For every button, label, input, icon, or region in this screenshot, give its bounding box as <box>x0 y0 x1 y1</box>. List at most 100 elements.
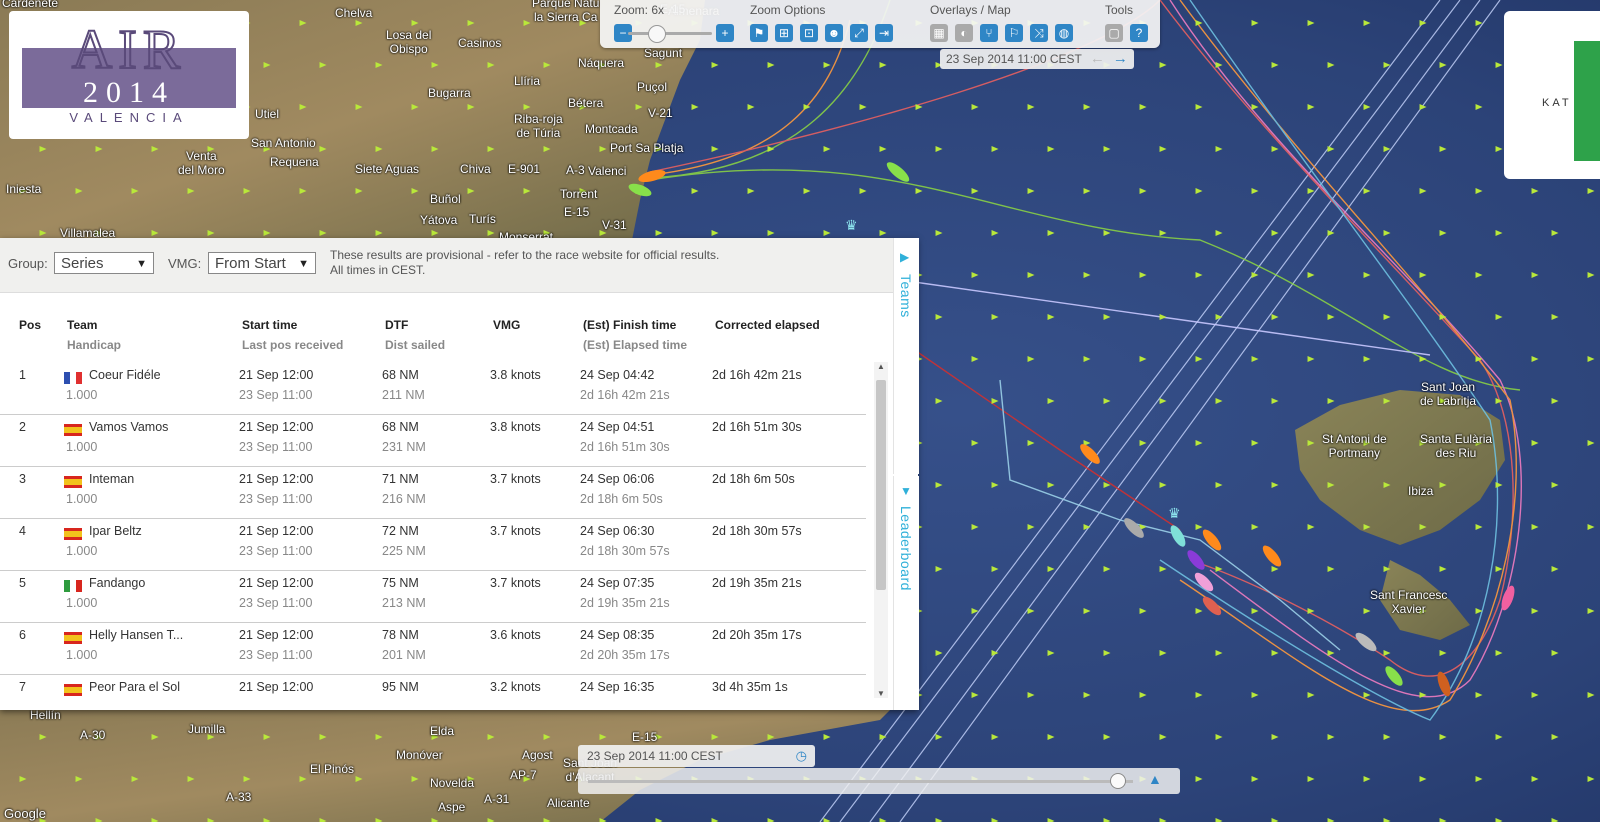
help-icon[interactable]: ? <box>1130 24 1148 42</box>
row-elapsed-time: 2d 19h 35m 21s <box>580 596 670 610</box>
row-dist-sailed: 211 NM <box>382 388 425 402</box>
row-elapsed-time: 2d 20h 35m 17s <box>580 648 670 662</box>
scroll-up-icon[interactable]: ▲ <box>877 362 885 371</box>
zoom-slider-track[interactable] <box>628 32 712 35</box>
group-select[interactable]: Series ▼ <box>54 252 154 274</box>
course-icon[interactable]: ⚐ <box>1005 24 1023 42</box>
group-icon[interactable]: ☻ <box>825 24 843 42</box>
timeline-expand-icon[interactable]: ▲ <box>1148 771 1162 787</box>
row-elapsed-time: 2d 18h 6m 50s <box>580 492 663 506</box>
table-row[interactable]: 6 Helly Hansen T... 1.000 21 Sep 12:00 23 Se… <box>0 622 866 675</box>
sponsor-logo-shape <box>1574 41 1600 161</box>
sponsor-logo: KAT <box>1504 11 1600 179</box>
row-last-pos: 23 Sep 11:00 <box>239 388 313 402</box>
row-dtf: 68 NM <box>382 420 419 434</box>
row-dtf: 72 NM <box>382 524 419 538</box>
timeline-track[interactable] <box>588 780 1133 783</box>
row-team-name: Peor Para el Sol <box>89 680 181 694</box>
timeline-date-text: 23 Sep 2014 11:00 CEST <box>587 749 723 763</box>
row-start-time: 21 Sep 12:00 <box>239 368 314 382</box>
map-place-label: A-31 <box>484 792 510 806</box>
tab-leaderboard[interactable]: ▼ Leaderboard <box>893 476 919 710</box>
map-place-label: Agost <box>522 748 553 762</box>
overlays-map-label: Overlays / Map <box>930 3 1011 17</box>
row-finish-time: 24 Sep 08:35 <box>580 628 655 642</box>
vmg-select[interactable]: From Start ▼ <box>208 252 316 274</box>
map-place-label: San Antonio <box>251 136 316 150</box>
row-handicap: 1.000 <box>66 440 98 454</box>
map-place-label: Venta del Moro <box>178 149 225 177</box>
row-pos: 4 <box>19 524 26 538</box>
follow-icon[interactable]: ⇥ <box>875 24 893 42</box>
scroll-thumb[interactable] <box>876 380 886 590</box>
row-team-name: Inteman <box>89 472 135 486</box>
row-vmg: 3.8 knots <box>490 368 541 382</box>
map-place-label: Llíria <box>514 74 541 88</box>
table-row[interactable]: 3 Inteman 1.000 21 Sep 12:00 23 Sep 11:00 71 … <box>0 466 866 519</box>
table-row[interactable]: 2 Vamos Vamos 1.000 21 Sep 12:00 23 Sep 11:0… <box>0 414 866 467</box>
next-arrow-icon[interactable]: → <box>1113 49 1128 69</box>
globe-icon[interactable]: ◍ <box>1055 24 1073 42</box>
row-corrected-elapsed: 2d 16h 42m 21s <box>712 368 802 382</box>
row-pos: 7 <box>19 680 26 694</box>
clock-icon[interactable]: ◷ <box>796 745 807 767</box>
shuffle-icon[interactable]: ⤨ <box>1030 24 1048 42</box>
row-dtf: 68 NM <box>382 368 419 382</box>
map-place-label: Yátova <box>420 213 458 227</box>
row-corrected-elapsed: 2d 20h 35m 17s <box>712 628 802 642</box>
map-place-label: Valenci <box>588 164 627 178</box>
table-row[interactable]: 1 Coeur Fidéle 1.000 21 Sep 12:00 23 Sep 11:… <box>0 362 866 415</box>
table-row[interactable]: 5 Fandango 1.000 21 Sep 12:00 23 Sep 11:00 75… <box>0 570 866 623</box>
provisional-notice: These results are provisional - refer to… <box>330 248 770 278</box>
row-elapsed-time: 2d 16h 51m 30s <box>580 440 670 454</box>
timeline-handle[interactable] <box>1109 773 1126 789</box>
leaderboard-scrollbar[interactable]: ▲ ▼ <box>874 362 888 698</box>
map-place-label: Torrent <box>560 187 598 201</box>
map-place-label: Monóver <box>396 748 443 762</box>
map-place-label: A-33 <box>226 790 252 804</box>
country-flag-icon <box>64 528 82 540</box>
scroll-down-icon[interactable]: ▼ <box>877 689 885 698</box>
timeline-slider[interactable]: ▲ <box>578 768 1180 794</box>
leaderboard-rows: 1 Coeur Fidéle 1.000 21 Sep 12:00 23 Sep 11:… <box>0 362 870 702</box>
grid-icon[interactable]: ▦ <box>930 24 948 42</box>
row-corrected-elapsed: 2d 16h 51m 30s <box>712 420 802 434</box>
zoom-slider-handle[interactable] <box>648 25 666 43</box>
tab-teams-arrow-icon: ▶ <box>900 250 910 264</box>
crown-icon: ♛ <box>845 218 858 234</box>
zoom-box-icon[interactable]: ⊞ <box>775 24 793 42</box>
tab-teams[interactable]: ▶ Teams <box>893 238 919 474</box>
table-row[interactable]: 7 Peor Para el Sol 21 Sep 12:00 95 NM 3.2 kn… <box>0 674 866 702</box>
zoom-in-button[interactable]: + <box>716 24 734 42</box>
flags-icon[interactable]: ⚑ <box>750 24 768 42</box>
row-vmg: 3.2 knots <box>490 680 541 694</box>
map-place-label: Ibiza <box>1408 484 1434 498</box>
expand-icon[interactable]: ⤢ <box>850 24 868 42</box>
tab-teams-label: Teams <box>898 274 914 318</box>
zoom-label: Zoom: 6x <box>614 3 665 17</box>
zoom-fit-icon[interactable]: ⊡ <box>800 24 818 42</box>
map-place-label: V-31 <box>602 218 627 232</box>
row-elapsed-time: 2d 16h 42m 21s <box>580 388 670 402</box>
row-dist-sailed: 201 NM <box>382 648 426 662</box>
tab-leaderboard-label: Leaderboard <box>898 506 914 591</box>
route-icon[interactable]: ⑂ <box>980 24 998 42</box>
map-place-label: Losa del Obispo <box>386 28 432 56</box>
row-team-name: Fandango <box>89 576 146 590</box>
print-icon[interactable]: ▢ <box>1105 24 1123 42</box>
row-last-pos: 23 Sep 11:00 <box>239 648 313 662</box>
globe-grey-icon[interactable]: ◐ <box>955 24 973 42</box>
tools-label: Tools <box>1105 3 1134 17</box>
row-start-time: 21 Sep 12:00 <box>239 420 314 434</box>
prev-arrow-icon[interactable]: ← <box>1090 49 1105 69</box>
map-place-label: Sagunt <box>644 46 683 60</box>
map-place-label: E-15 <box>564 205 590 219</box>
map-place-label: Elda <box>430 724 455 738</box>
row-finish-time: 24 Sep 06:06 <box>580 472 655 486</box>
map-place-label: V-21 <box>648 106 673 120</box>
notice-line-2: All times in CEST. <box>330 263 426 277</box>
map-toolbar: Zoom: 6x Zoom Options Overlays / Map Too… <box>600 0 1160 48</box>
leaderboard-panel: Group: Series ▼ VMG: From Start ▼ These … <box>0 238 919 710</box>
table-row[interactable]: 4 Ipar Beltz 1.000 21 Sep 12:00 23 Sep 11:00… <box>0 518 866 571</box>
col-team: Team <box>67 318 98 332</box>
